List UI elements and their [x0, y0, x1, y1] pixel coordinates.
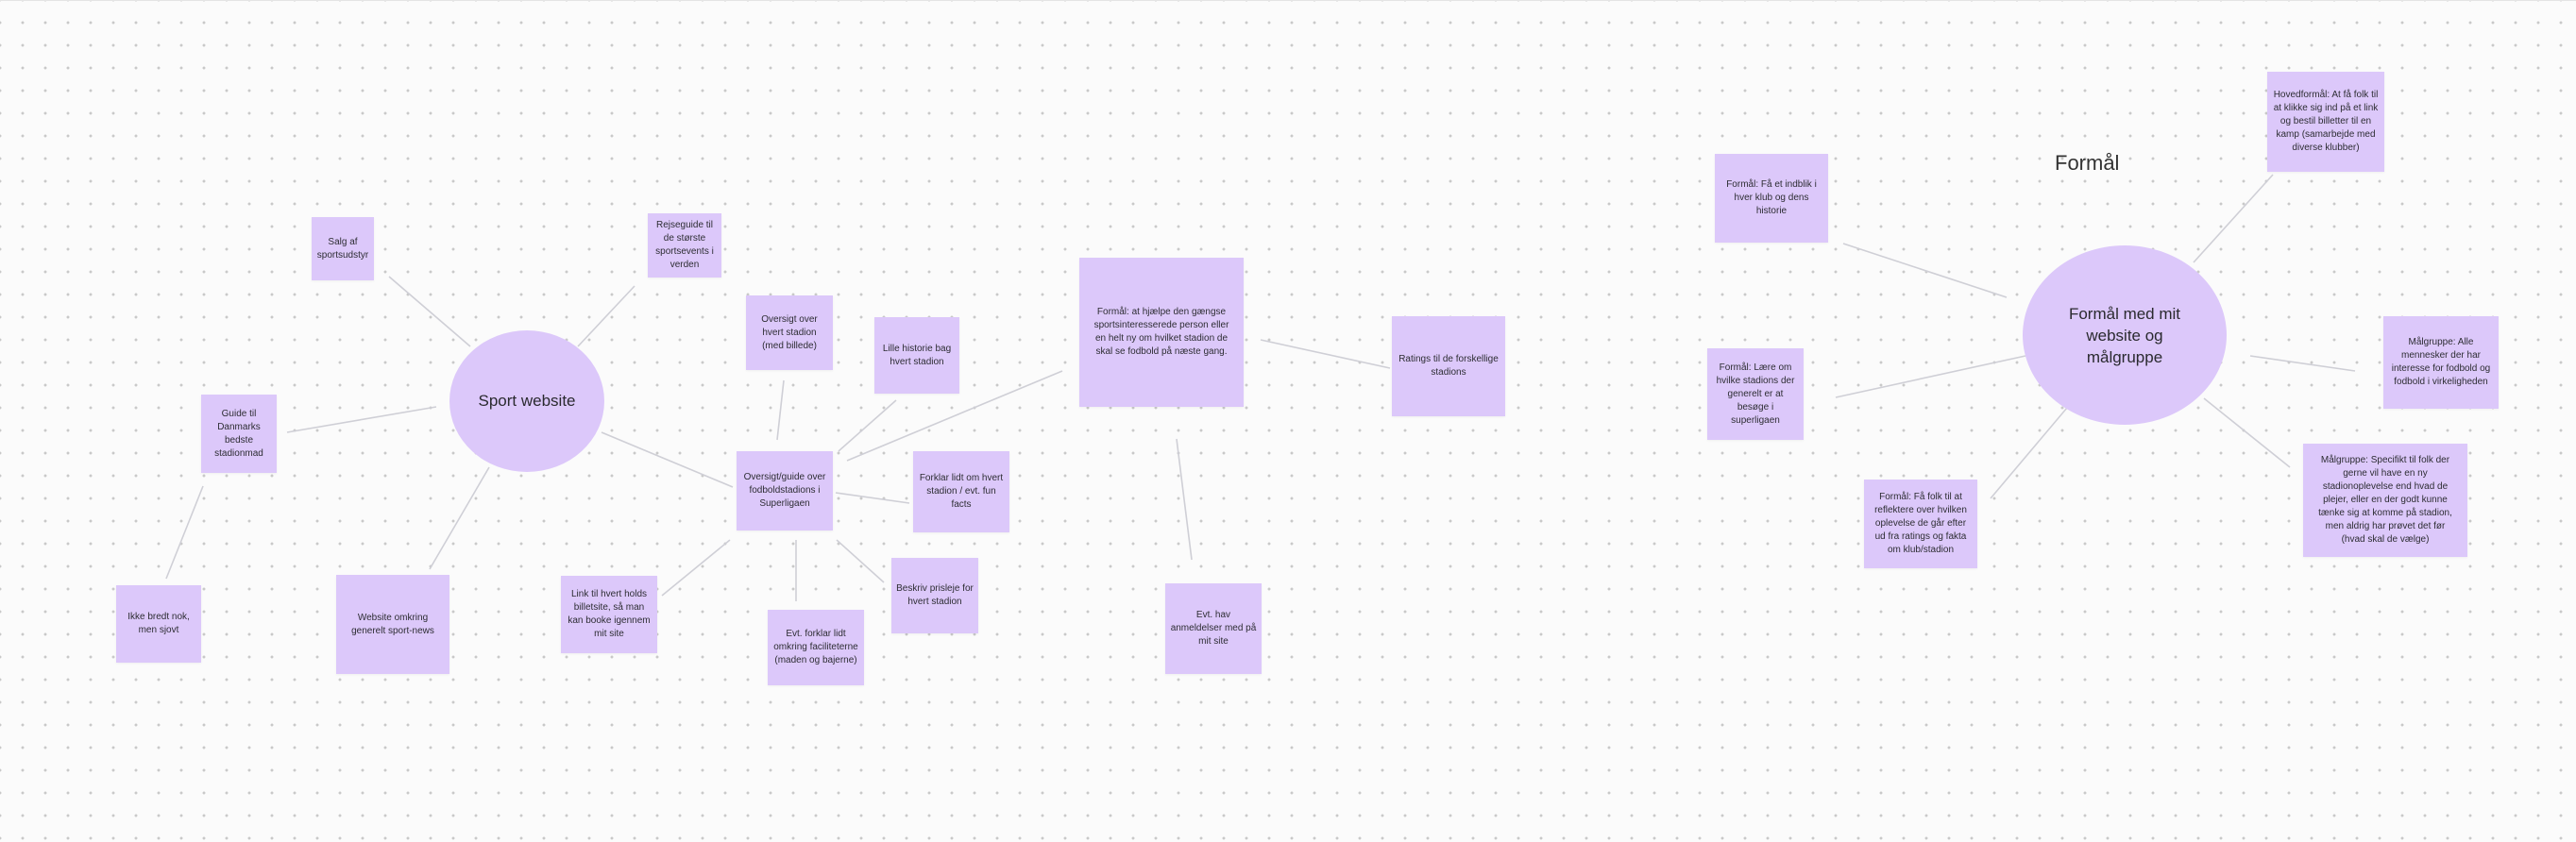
connector-line — [2249, 355, 2356, 372]
sticky-note-lille-historie[interactable]: Lille historie bag hvert stadion — [874, 317, 959, 394]
sticky-note-hovedformaal[interactable]: Hovedformål: At få folk til at klikke si… — [2267, 72, 2384, 172]
connector-line — [1176, 438, 1193, 561]
sticky-note-formaal-hjaelpe[interactable]: Formål: at hjælpe den gængse sportsinter… — [1079, 258, 1244, 407]
connector-line — [1260, 339, 1391, 369]
sticky-note-ikke-bredt[interactable]: Ikke bredt nok, men sjovt — [116, 585, 201, 663]
sticky-note-evt-anmeldelser[interactable]: Evt. hav anmeldelser med på mit site — [1165, 583, 1262, 674]
connector-line — [661, 539, 731, 597]
connector-line — [2193, 174, 2274, 263]
connector-line — [165, 485, 204, 580]
sticky-note-oversigt-guide[interactable]: Oversigt/guide over fodboldstadions i Su… — [737, 451, 833, 530]
connector-line — [388, 276, 471, 347]
sticky-note-evt-faciliteter[interactable]: Evt. forklar lidt omkring faciliteterne … — [768, 610, 864, 685]
connector-line — [838, 399, 897, 452]
connector-lines — [165, 174, 2356, 601]
sticky-note-maalgruppe-alle[interactable]: Målgruppe: Alle mennesker der har intere… — [2383, 316, 2499, 409]
sticky-note-ratings[interactable]: Ratings til de forskellige stadions — [1392, 316, 1505, 416]
formaal-bubble[interactable]: Formål med mit website og målgruppe — [2023, 245, 2227, 425]
sticky-note-guide-dk[interactable]: Guide til Danmarks bedste stadionmad — [201, 395, 277, 473]
connector-line — [836, 539, 885, 583]
connector-line — [1835, 355, 2026, 398]
sticky-note-formaal-reflektere[interactable]: Formål: Få folk til at reflektere over h… — [1864, 480, 1977, 568]
sticky-note-website-news[interactable]: Website omkring generelt sport-news — [336, 575, 449, 674]
sticky-note-rejseguide[interactable]: Rejseguide til de største sportsevents i… — [648, 213, 721, 278]
sticky-note-formaal-laere[interactable]: Formål: Lære om hvilke stadions der gene… — [1707, 348, 1804, 440]
sticky-note-formaal-indblik[interactable]: Formål: Få et indblik i hver klub og den… — [1715, 154, 1828, 243]
connector-line — [577, 285, 636, 347]
connector-line — [429, 466, 490, 570]
sticky-note-link-billet[interactable]: Link til hvert holds billetsite, så man … — [561, 576, 657, 653]
sticky-note-forklar-fun[interactable]: Forklar lidt om hvert stadion / evt. fun… — [913, 451, 1009, 532]
sticky-note-maalgruppe-specifikt[interactable]: Målgruppe: Specifikt til folk der gerne … — [2303, 444, 2467, 557]
connector-line — [601, 431, 734, 488]
sticky-note-salg[interactable]: Salg af sportsudstyr — [312, 217, 374, 280]
connector-line — [1842, 243, 2008, 298]
connector-line — [286, 406, 437, 433]
top-border — [0, 0, 2576, 1]
sticky-note-oversigt-stadion[interactable]: Oversigt over hvert stadion (med billede… — [746, 295, 833, 370]
sport-website-bubble[interactable]: Sport website — [449, 330, 604, 472]
board-heading: Formål — [2055, 151, 2120, 175]
connector-line — [1990, 407, 2068, 499]
sticky-note-beskriv-pris[interactable]: Beskriv prisleje for hvert stadion — [891, 558, 978, 633]
connector-line — [2203, 397, 2291, 468]
connector-line — [776, 379, 785, 441]
connector-line — [835, 492, 910, 504]
